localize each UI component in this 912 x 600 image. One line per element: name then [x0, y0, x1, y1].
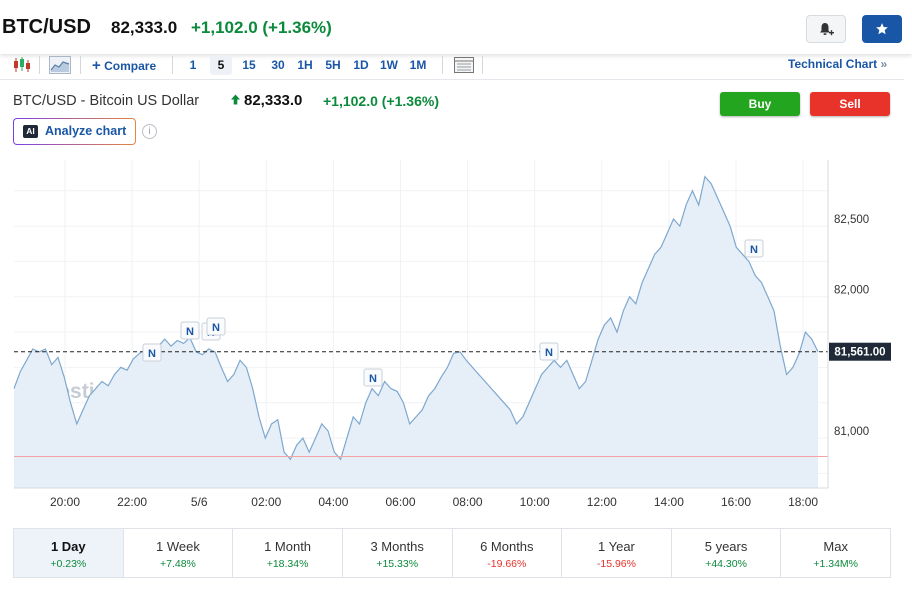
- period-change: +18.34%: [266, 558, 309, 570]
- star-icon: [876, 23, 888, 35]
- period-change: +44.30%: [705, 558, 747, 570]
- period-label: 1 Day: [50, 539, 86, 554]
- add-alert-button[interactable]: [806, 15, 846, 43]
- range-5h[interactable]: 5H: [322, 55, 344, 75]
- period-label: 6 Months: [480, 539, 534, 554]
- toolbar-divider: [80, 56, 81, 74]
- range-30[interactable]: 30: [266, 55, 290, 75]
- period-tab[interactable]: Max +1.34M%: [781, 529, 890, 577]
- plus-icon: +: [92, 57, 101, 74]
- y-tick-label: 81,000: [834, 426, 869, 438]
- period-tab[interactable]: 5 years +44.30%: [672, 529, 782, 577]
- x-tick-label: 20:00: [50, 495, 80, 509]
- range-1d[interactable]: 1D: [350, 55, 372, 75]
- performance-periods: 1 Day +0.23% 1 Week +7.48% 1 Month +18.34% 3 M…: [13, 528, 891, 578]
- range-1m[interactable]: 1M: [406, 55, 430, 75]
- toolbar-divider: [482, 56, 483, 74]
- x-tick-label: 18:00: [788, 495, 818, 509]
- double-chevron-right-icon: »: [880, 57, 888, 71]
- news-marker-label: N: [369, 373, 377, 385]
- x-tick-label: 5/6: [191, 495, 208, 509]
- x-tick-label: 12:00: [587, 495, 617, 509]
- period-tab[interactable]: 1 Week +7.48%: [124, 529, 234, 577]
- x-tick-label: 14:00: [654, 495, 684, 509]
- news-marker-label: N: [545, 347, 553, 359]
- range-1h[interactable]: 1H: [294, 55, 316, 75]
- technical-chart-link[interactable]: Technical Chart »: [788, 57, 887, 71]
- symbol-title: BTC/USD: [2, 16, 91, 38]
- news-marker-label: N: [148, 348, 156, 360]
- period-label: 5 years: [704, 539, 748, 554]
- chart-toolbar: + Compare 1 5 15 30 1H 5H 1D 1W 1M Techn…: [0, 52, 904, 80]
- period-tab[interactable]: 1 Day +0.23%: [14, 529, 124, 577]
- x-tick-label: 16:00: [721, 495, 751, 509]
- area-chart-icon[interactable]: [49, 55, 71, 75]
- period-change: -15.96%: [596, 558, 636, 570]
- period-change: -19.66%: [487, 558, 527, 570]
- x-tick-label: 02:00: [251, 495, 281, 509]
- period-tab[interactable]: 1 Year -15.96%: [562, 529, 672, 577]
- range-1[interactable]: 1: [183, 55, 203, 75]
- candlestick-icon[interactable]: [11, 55, 33, 75]
- header-change: +1,102.0 (+1.36%): [191, 18, 332, 37]
- x-tick-label: 04:00: [318, 495, 348, 509]
- toolbar-divider: [172, 56, 173, 74]
- period-label: Max: [823, 539, 848, 554]
- current-price-label: 81,561.00: [834, 347, 885, 359]
- x-tick-label: 06:00: [385, 495, 415, 509]
- period-label: 1 Month: [264, 539, 312, 554]
- period-label: 1 Year: [598, 539, 635, 554]
- period-change: +0.23%: [50, 558, 87, 570]
- toolbar-divider: [39, 56, 40, 74]
- period-tab[interactable]: 6 Months -19.66%: [453, 529, 563, 577]
- watchlist-button[interactable]: [862, 15, 902, 43]
- table-view-icon[interactable]: [453, 55, 475, 75]
- news-marker-label: N: [212, 322, 220, 334]
- y-tick-label: 82,500: [834, 214, 869, 226]
- news-marker-label: N: [186, 326, 194, 338]
- period-label: 3 Months: [370, 539, 424, 554]
- y-tick-label: 82,000: [834, 285, 869, 297]
- range-15[interactable]: 15: [238, 55, 260, 75]
- x-tick-label: 10:00: [520, 495, 550, 509]
- period-change: +15.33%: [376, 558, 419, 570]
- compare-button[interactable]: + Compare: [92, 57, 156, 74]
- period-tab[interactable]: 1 Month +18.34%: [233, 529, 343, 577]
- range-1w[interactable]: 1W: [377, 55, 401, 75]
- news-marker-label: N: [750, 244, 758, 256]
- x-tick-label: 22:00: [117, 495, 147, 509]
- quote-header: BTC/USD 82,333.0 +1,102.0 (+1.36%): [0, 0, 912, 54]
- bell-plus-icon: [820, 23, 834, 36]
- price-chart[interactable]: Investing.com82,50082,00081,00081,561.00…: [0, 80, 904, 510]
- x-tick-label: 08:00: [453, 495, 483, 509]
- period-change: +7.48%: [159, 558, 196, 570]
- range-5[interactable]: 5: [210, 55, 232, 75]
- period-tab[interactable]: 3 Months +15.33%: [343, 529, 453, 577]
- period-change: +1.34M%: [813, 558, 859, 570]
- toolbar-divider: [442, 56, 443, 74]
- period-label: 1 Week: [156, 539, 200, 554]
- header-price: 82,333.0: [111, 18, 178, 37]
